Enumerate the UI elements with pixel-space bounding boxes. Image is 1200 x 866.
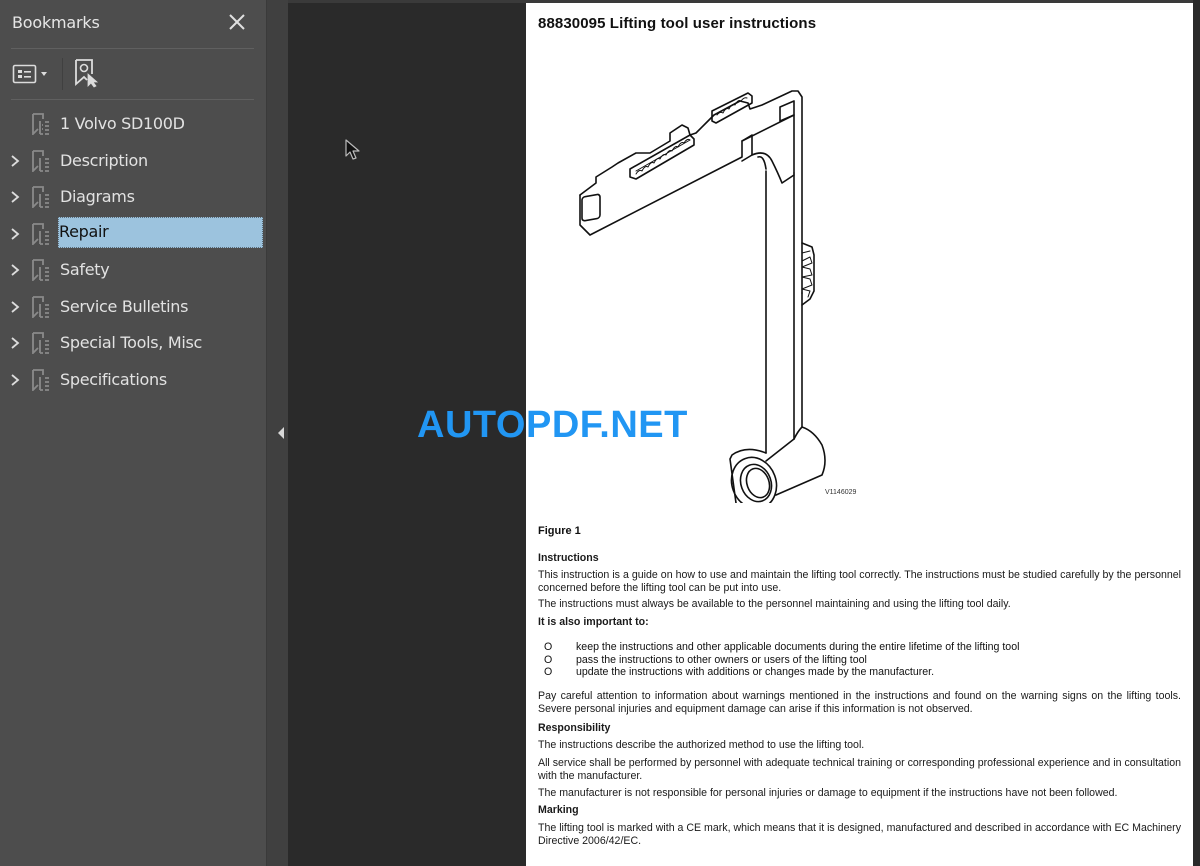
bookmark-label: 1 Volvo SD100D (60, 114, 185, 133)
watermark-text: AUTOPDF.NET (417, 404, 688, 446)
bullet-glyph: O (544, 666, 553, 678)
close-icon (229, 14, 245, 30)
bookmark-icon (32, 332, 49, 354)
heading-responsibility: Responsibility (538, 722, 611, 734)
bookmark-item[interactable]: Diagrams (0, 179, 266, 216)
bookmark-icon (32, 222, 49, 245)
panel-splitter[interactable] (266, 0, 288, 866)
bookmark-label: Service Bulletins (60, 296, 189, 316)
panel-title: Bookmarks (12, 13, 100, 32)
mouse-cursor-icon (345, 139, 360, 160)
list-item: Okeep the instructions and other applica… (544, 641, 1164, 654)
canvas-right-edge (1193, 0, 1200, 866)
bookmark-item[interactable]: Specifications (0, 362, 266, 399)
important-list: Okeep the instructions and other applica… (544, 641, 1164, 679)
bookmark-item[interactable]: Service Bulletins (0, 289, 266, 326)
bookmark-label: Diagrams (60, 187, 135, 206)
bookmark-item[interactable]: Special Tools, Misc (0, 325, 266, 362)
bookmark-icon (32, 149, 49, 172)
list-item: Opass the instructions to other owners o… (544, 654, 1164, 667)
toolbar-separator (62, 58, 63, 90)
chevron-right-icon[interactable] (9, 263, 21, 277)
bookmark-item[interactable]: Description (0, 143, 266, 180)
heading-marking: Marking (538, 804, 579, 816)
heading-important: It is also important to: (538, 616, 649, 628)
close-panel-button[interactable] (226, 11, 248, 33)
figure-code: V1146029 (825, 489, 857, 496)
paragraph: All service shall be performed by person… (538, 757, 1181, 782)
paragraph: Pay careful attention to information abo… (538, 690, 1181, 715)
divider (11, 99, 254, 100)
paragraph: The instructions describe the authorized… (538, 739, 865, 751)
list-item: Oupdate the instructions with additions … (544, 666, 1164, 679)
collapse-left-icon[interactable] (277, 426, 285, 440)
paragraph: This instruction is a guide on how to us… (538, 569, 1181, 594)
chevron-right-icon[interactable] (9, 336, 21, 350)
paragraph: The lifting tool is marked with a CE mar… (538, 822, 1181, 847)
bookmark-icon (32, 113, 49, 135)
list-item-text: pass the instructions to other owners or… (576, 653, 867, 666)
chevron-right-icon[interactable] (9, 300, 21, 314)
heading-instructions: Instructions (538, 552, 599, 564)
bookmark-icon (32, 186, 49, 208)
chevron-right-icon[interactable] (9, 190, 21, 204)
bookmark-item[interactable]: 1 Volvo SD100D (0, 106, 266, 143)
bookmark-item-selected[interactable]: Repair (0, 216, 266, 253)
bullet-glyph: O (544, 653, 553, 666)
paragraph: The instructions must always be availabl… (538, 598, 1011, 610)
bookmark-label: Specifications (60, 369, 167, 389)
bookmark-label: Special Tools, Misc (60, 333, 203, 352)
bookmark-label: Safety (60, 260, 110, 279)
list-item-text: update the instructions with additions o… (576, 666, 935, 678)
bookmark-icon (32, 368, 49, 391)
bookmarks-panel: Bookmarks 1 Volvo SD100D Description Dia… (0, 0, 266, 866)
bookmark-icon (32, 295, 49, 318)
chevron-right-icon[interactable] (9, 154, 21, 168)
bookmark-label: Repair (58, 216, 263, 248)
document-title: 88830095 Lifting tool user instructions (538, 15, 817, 32)
chevron-right-icon[interactable] (9, 373, 21, 387)
bookmark-item[interactable]: Safety (0, 252, 266, 289)
find-current-bookmark-icon (75, 59, 99, 88)
bookmark-options-button[interactable] (12, 62, 54, 86)
list-options-icon (12, 64, 47, 84)
figure-caption: Figure 1 (538, 525, 581, 537)
divider (11, 48, 254, 49)
bookmark-label: Description (60, 150, 148, 170)
find-current-bookmark-button[interactable] (73, 58, 101, 88)
list-item-text: keep the instructions and other applicab… (576, 641, 1020, 653)
bullet-glyph: O (544, 641, 553, 653)
bookmark-tree: 1 Volvo SD100D Description Diagrams Repa… (0, 106, 266, 398)
paragraph: The manufacturer is not responsible for … (538, 787, 1118, 799)
chevron-right-icon[interactable] (9, 227, 21, 241)
bookmark-icon (32, 259, 49, 281)
